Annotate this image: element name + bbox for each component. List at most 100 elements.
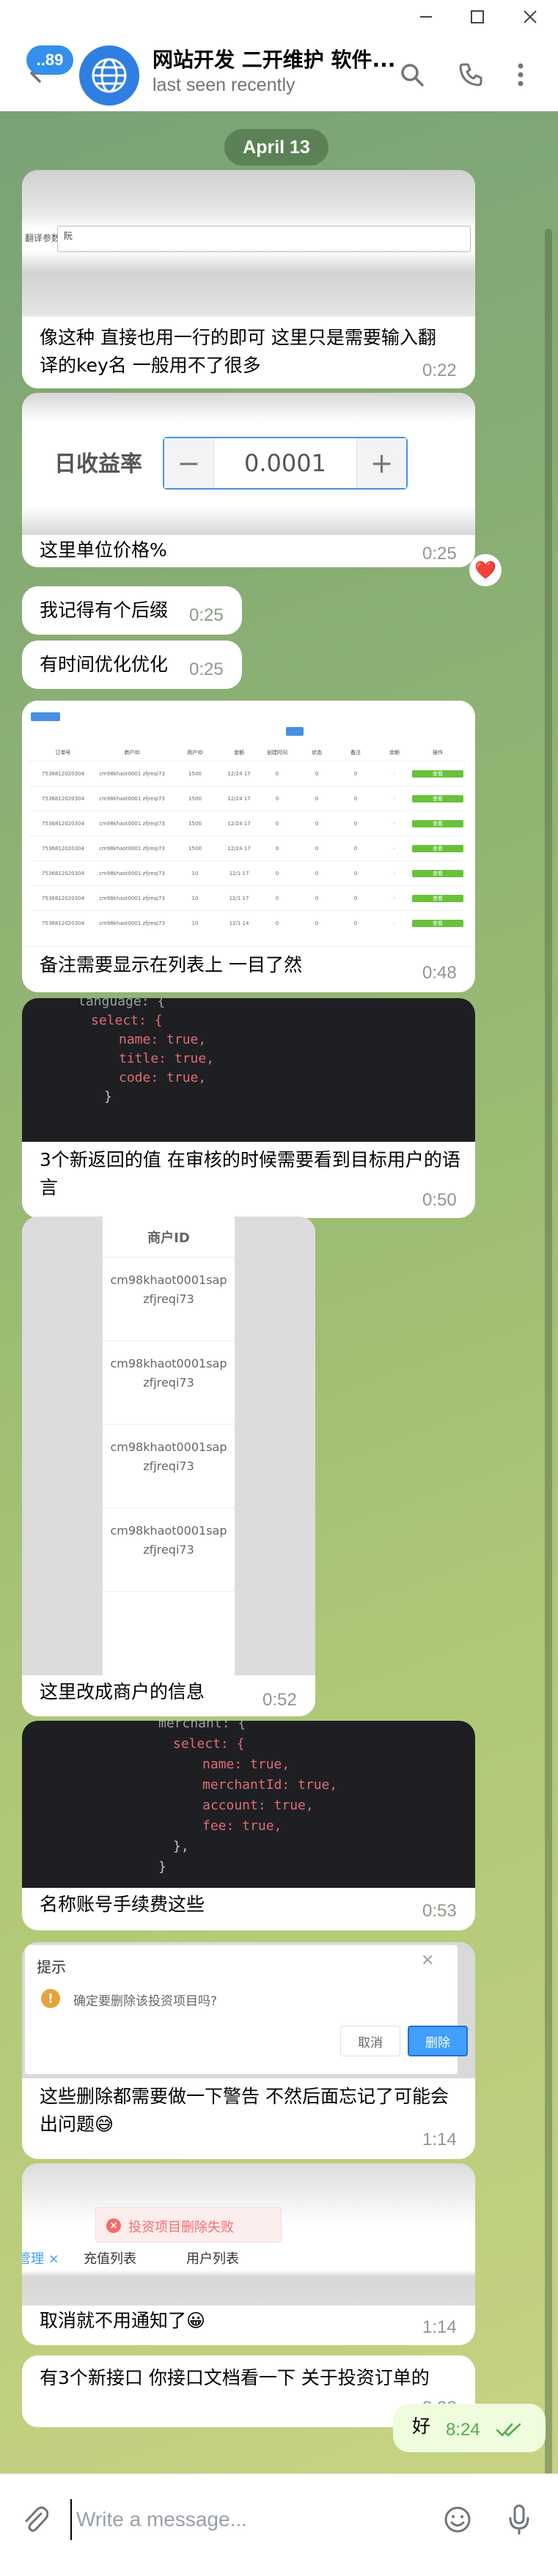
message-text: 这里单位价格% <box>40 539 167 561</box>
image-table-cell: 7536812020304 <box>42 895 84 901</box>
chat-area[interactable]: April 13 翻译参数 阮 像这种 直接也用一行的即可 这里只是需要输入翻译… <box>0 111 558 2557</box>
image-table-cell: 12/24 17 <box>227 820 251 827</box>
message-time: 1:14 <box>422 2317 457 2337</box>
message-image[interactable]: merchant: { select: { name: true, mercha… <box>22 1721 475 1888</box>
image-table-cell: 0 <box>275 920 279 926</box>
heart-reaction[interactable]: ❤️ <box>469 554 502 586</box>
message-bubble[interactable]: language: { select: { name: true, title:… <box>22 998 475 1218</box>
image-table-cell: 0 <box>315 920 319 926</box>
search-button[interactable] <box>392 54 433 95</box>
image-table-cell: 1500 <box>188 820 202 827</box>
minimize-icon <box>420 16 432 18</box>
message-image[interactable]: 提示 × ! 确定要删除该投资项目吗? 取消 删除 <box>22 1942 475 2078</box>
image-table-cell: 0 <box>315 820 319 827</box>
code-line: }, <box>173 1839 189 1854</box>
image-table-cell: 查看 <box>412 919 463 927</box>
image-table-cell: 7536812020304 <box>42 845 84 852</box>
image-table-cell: cm98khaot0001 zfjreqi73 <box>99 920 165 926</box>
smile-icon <box>444 2506 471 2533</box>
minimize-button[interactable] <box>405 0 447 34</box>
message-text: 有时间优化优化 <box>40 654 169 675</box>
call-button[interactable] <box>450 54 491 95</box>
voice-button[interactable] <box>499 2496 540 2543</box>
message-bubble[interactable]: 商户ID cm98khaot0001sapzfjreqi73 cm98khaot… <box>22 1217 315 1716</box>
image-table-row: 7536812020304 cm98khaot0001 zfjreqi73 1500… <box>29 786 463 811</box>
image-column-header: 商户ID <box>103 1217 235 1258</box>
outgoing-message-bubble[interactable]: 好 8:24 <box>393 2404 546 2452</box>
message-bubble[interactable]: 订单号 商户ID 用户ID 金额 创建时间 状态 备注 余额 操作 7536812020304 c… <box>22 701 475 992</box>
message-text: 名称账号手续费这些 <box>40 1894 205 1915</box>
image-table-cell: 查看 <box>412 869 463 877</box>
image-table-cell: cm98khaot0001 zfjreqi73 <box>99 820 165 827</box>
image-tab: 管理 × <box>22 2251 59 2267</box>
image-table-cell: 7536812020304 <box>42 920 84 926</box>
image-table-header-cell: 备注 <box>350 750 361 756</box>
message-bubble[interactable]: 日收益率 − 0.0001 + 这里单位价格% 0:25 <box>22 393 475 567</box>
message-bubble[interactable]: merchant: { select: { name: true, mercha… <box>22 1721 475 1930</box>
image-table-header-cell: 金额 <box>234 750 244 756</box>
image-table-cell: 1500 <box>188 795 202 802</box>
image-table-cell: - <box>393 870 396 876</box>
image-id-cell: cm98khaot0001sapzfjreqi73 <box>103 1341 235 1425</box>
image-table-header-cell: 余额 <box>389 750 400 756</box>
message-image[interactable]: language: { select: { name: true, title:… <box>22 998 475 1142</box>
globe-icon <box>92 58 127 93</box>
search-icon <box>401 64 424 86</box>
image-table-cell: 0 <box>275 795 279 802</box>
message-text: 这些删除都需要做一下警告 不然后面忘记了可能会出问题😅 <box>40 2086 449 2135</box>
message-image[interactable]: 订单号 商户ID 用户ID 金额 创建时间 状态 备注 余额 操作 7536812020304 c… <box>22 701 475 947</box>
image-table-cell: 12/1 14 <box>229 920 249 926</box>
image-toast-text: 投资项目删除失败 <box>128 2220 234 2235</box>
emoji-button[interactable] <box>437 2496 478 2543</box>
image-table-header-cell: 创建时间 <box>267 750 287 756</box>
image-query-button <box>286 727 304 736</box>
image-dialog: 提示 × ! 确定要删除该投资项目吗? 取消 删除 <box>25 1945 468 2074</box>
message-image[interactable]: 翻译参数 阮 <box>22 170 475 317</box>
message-bubble[interactable]: × 投资项目删除失败 管理 × 充值列表 用户列表 取消就不用通知了😀 1:14 <box>22 2163 475 2345</box>
chat-title[interactable]: 网站开发 二开维护 软件... <box>153 44 395 73</box>
message-image[interactable]: 商户ID cm98khaot0001sapzfjreqi73 cm98khaot… <box>22 1217 315 1675</box>
close-window-button[interactable] <box>509 0 551 34</box>
message-composer <box>0 2473 558 2576</box>
message-image[interactable]: × 投资项目删除失败 管理 × 充值列表 用户列表 <box>22 2163 475 2306</box>
image-id-cell: cm98khaot0001sapzfjreqi73 <box>103 1508 235 1592</box>
chat-status: last seen recently <box>153 75 295 95</box>
message-image[interactable]: 日收益率 − 0.0001 + <box>22 393 475 535</box>
image-table-header: 订单号 商户ID 用户ID 金额 创建时间 状态 备注 余额 操作 <box>29 749 463 759</box>
image-table-cell: cm98khaot0001 zfjreqi73 <box>99 795 165 802</box>
close-icon <box>524 10 537 23</box>
message-input[interactable] <box>70 2499 422 2540</box>
message-bubble[interactable]: 我记得有个后缀 0:25 <box>22 586 242 635</box>
image-table-cell: 0 <box>275 820 279 827</box>
image-table-row: 7536812020304 cm98khaot0001 zfjreqi73 10 12… <box>29 885 463 910</box>
code-line: name: true, <box>202 1757 290 1772</box>
image-table-row: 7536812020304 cm98khaot0001 zfjreqi73 10 12… <box>29 860 463 885</box>
message-bubble[interactable]: 提示 × ! 确定要删除该投资项目吗? 取消 删除 这些删除都需要做一下警告 不… <box>22 1942 475 2159</box>
attach-button[interactable] <box>15 2496 56 2543</box>
avatar[interactable] <box>79 45 139 106</box>
maximize-button[interactable] <box>456 0 499 34</box>
image-table-cell: 0 <box>353 820 358 827</box>
code-line: name: true, <box>119 1032 207 1047</box>
image-table-cell: 0 <box>315 795 319 802</box>
image-table-cell: 10 <box>191 870 199 876</box>
message-text: 有3个新接口 你接口文档看一下 关于投资订单的 <box>40 2367 430 2388</box>
image-table-row: 7536812020304 cm98khaot0001 zfjreqi73 1500… <box>29 811 463 835</box>
message-time: 8:24 <box>446 2420 480 2440</box>
message-bubble[interactable]: 有时间优化优化 0:25 <box>22 641 242 689</box>
message-bubble[interactable]: 翻译参数 阮 像这种 直接也用一行的即可 这里只是需要输入翻译的key名 一般用… <box>22 170 475 388</box>
more-button[interactable] <box>503 54 538 95</box>
image-table-cell: 0 <box>315 770 319 777</box>
image-stepper: − 0.0001 + <box>163 437 408 490</box>
image-table-cell: - <box>393 845 396 852</box>
scrollbar-thumb[interactable] <box>545 229 552 2557</box>
message-text: 3个新返回的值 在审核的时候需要看到目标用户的语言 <box>40 1149 460 1198</box>
image-table-cell: 7536812020304 <box>42 820 84 827</box>
image-table-cell: 0 <box>275 895 279 901</box>
image-table-cell: 0 <box>315 895 319 901</box>
message-time: 0:25 <box>189 660 224 679</box>
date-separator: April 13 <box>224 129 328 166</box>
image-table-cell: 1500 <box>188 845 202 852</box>
image-table-cell: cm98khaot0001 zfjreqi73 <box>99 770 165 777</box>
image-table-rows: 7536812020304 cm98khaot0001 zfjreqi73 1500… <box>29 761 463 935</box>
